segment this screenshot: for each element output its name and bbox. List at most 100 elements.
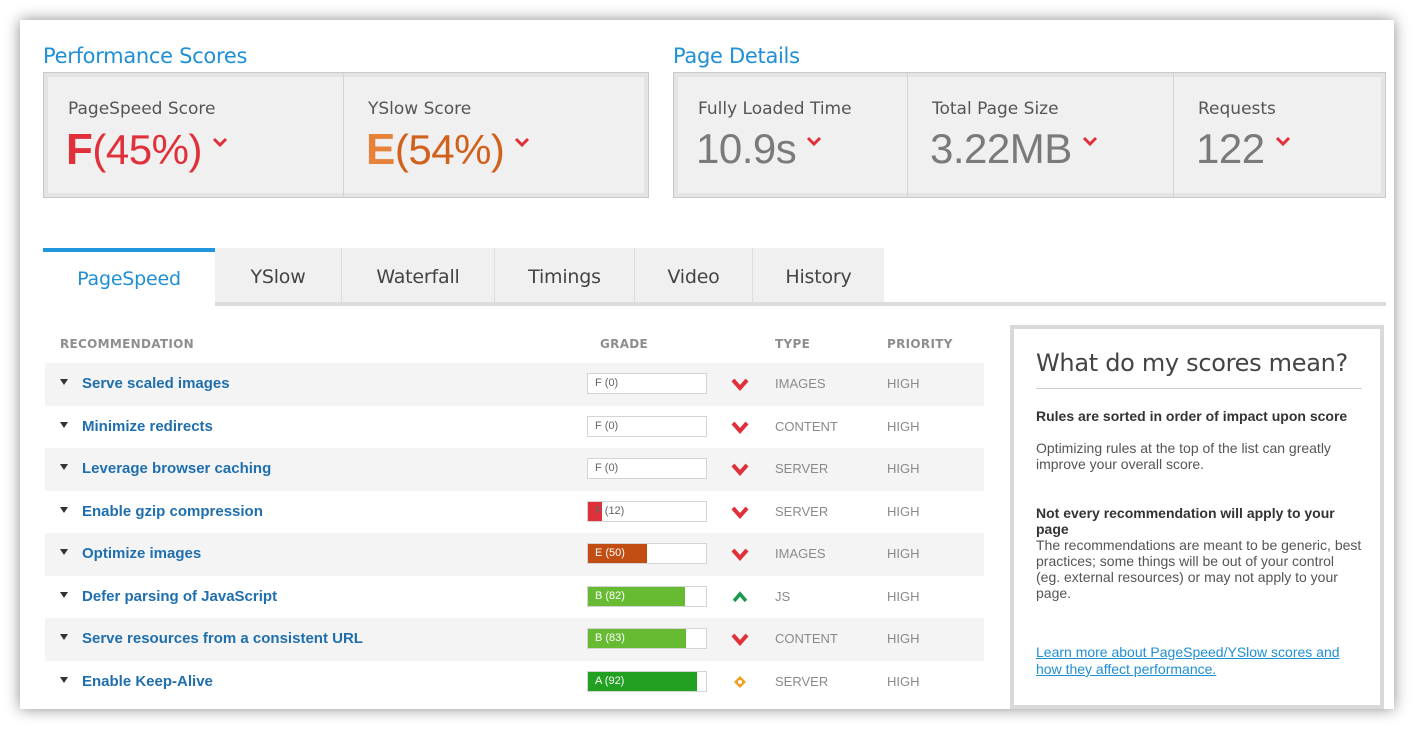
recommendation-priority: HIGH bbox=[887, 673, 920, 689]
yslow-score-label: YSlow Score bbox=[368, 99, 472, 119]
grade-bar: B (83) bbox=[587, 628, 707, 649]
expand-triangle-icon[interactable] bbox=[60, 421, 68, 428]
grade-bar: A (92) bbox=[587, 670, 707, 692]
table-row[interactable]: Serve resources from a consistent URL B (… bbox=[45, 618, 984, 661]
expand-triangle-icon[interactable] bbox=[60, 634, 68, 640]
recommendation-list: Serve scaled images F (0) IMAGES HIGH Minimi… bbox=[45, 363, 984, 703]
grade-bar: B (82) bbox=[587, 585, 707, 607]
tab-video[interactable]: Video bbox=[634, 248, 752, 306]
expand-triangle-icon[interactable] bbox=[60, 591, 68, 598]
info-divider bbox=[1036, 388, 1362, 389]
tab-pagespeed[interactable]: PageSpeed bbox=[43, 248, 215, 306]
requests-cell: Requests 122 bbox=[1173, 73, 1385, 197]
page-details-box: Fully Loaded Time 10.9s Total Page Size … bbox=[673, 72, 1386, 198]
recommendation-name[interactable]: Optimize images bbox=[82, 545, 201, 562]
chevron-down-icon[interactable] bbox=[1082, 133, 1098, 149]
recommendation-type: SERVER bbox=[775, 461, 829, 476]
chevron-down-icon bbox=[731, 421, 749, 434]
expand-triangle-icon[interactable] bbox=[60, 379, 68, 385]
tab-waterfall[interactable]: Waterfall bbox=[341, 248, 494, 306]
chevron-down-icon[interactable] bbox=[514, 134, 530, 150]
pagespeed-score-value: F (45%) bbox=[66, 125, 228, 175]
fully-loaded-text: 10.9s bbox=[696, 125, 797, 172]
chevron-down-icon[interactable] bbox=[1275, 133, 1291, 149]
grade-bar: E (50) bbox=[587, 543, 707, 564]
expand-triangle-icon[interactable] bbox=[60, 676, 68, 683]
tab-history[interactable]: History bbox=[752, 248, 884, 306]
col-type[interactable]: TYPE bbox=[775, 337, 810, 351]
grade-bar: F (0) bbox=[587, 415, 707, 437]
recommendation-type: CONTENT bbox=[775, 631, 838, 646]
info-heading-2: Not every recommendation will apply to y… bbox=[1036, 505, 1335, 537]
col-grade[interactable]: GRADE bbox=[600, 337, 648, 351]
grade-text: F (0) bbox=[595, 419, 619, 432]
performance-scores-title: Performance Scores bbox=[43, 44, 248, 68]
table-row[interactable]: Enable gzip compression F (12) SERVER HIGH bbox=[45, 491, 984, 534]
total-size-cell: Total Page Size 3.22MB bbox=[907, 73, 1173, 197]
tab-yslow[interactable]: YSlow bbox=[215, 248, 341, 306]
table-row[interactable]: Serve scaled images F (0) IMAGES HIGH bbox=[45, 363, 984, 406]
scores-info-box: What do my scores mean? Rules are sorted… bbox=[1010, 325, 1384, 709]
yslow-score-value: E (54%) bbox=[366, 125, 530, 175]
recommendation-name[interactable]: Leverage browser caching bbox=[82, 460, 271, 477]
table-row[interactable]: Leverage browser caching F (0) SERVER HIGH bbox=[45, 448, 984, 491]
recommendation-priority: HIGH bbox=[887, 546, 920, 561]
fully-loaded-cell: Fully Loaded Time 10.9s bbox=[674, 73, 907, 197]
pagespeed-score-cell: PageSpeed Score F (45%) bbox=[44, 73, 343, 197]
requests-text: 122 bbox=[1196, 125, 1265, 172]
table-row[interactable]: Defer parsing of JavaScript B (82) JS HIGH bbox=[45, 576, 984, 619]
grade-text: E (50) bbox=[595, 547, 625, 559]
chevron-down-icon bbox=[731, 378, 749, 392]
total-size-text: 3.22MB bbox=[930, 125, 1072, 172]
expand-triangle-icon[interactable] bbox=[60, 464, 68, 470]
chevron-down-icon[interactable] bbox=[212, 134, 228, 150]
recommendation-type: IMAGES bbox=[775, 376, 826, 391]
expand-triangle-icon[interactable] bbox=[60, 549, 68, 555]
learn-more-link[interactable]: Learn more about PageSpeed/YSlow scores … bbox=[1036, 644, 1362, 678]
table-row[interactable]: Enable Keep-Alive A (92) SERVER HIGH bbox=[45, 661, 984, 704]
info-title: What do my scores mean? bbox=[1036, 349, 1348, 377]
fully-loaded-value: 10.9s bbox=[696, 125, 822, 173]
total-size-label: Total Page Size bbox=[932, 99, 1059, 119]
expand-triangle-icon[interactable] bbox=[60, 506, 68, 513]
yslow-percent: (54%) bbox=[394, 126, 505, 173]
table-row[interactable]: Minimize redirects F (0) CONTENT HIGH bbox=[45, 406, 984, 449]
recommendation-name[interactable]: Enable Keep-Alive bbox=[82, 673, 213, 690]
col-recommendation[interactable]: RECOMMENDATION bbox=[60, 337, 194, 351]
performance-scores-box: PageSpeed Score F (45%) YSlow Score E (5… bbox=[43, 72, 649, 198]
grade-bar: F (0) bbox=[587, 373, 707, 394]
recommendation-priority: HIGH bbox=[887, 418, 920, 434]
recommendation-type: JS bbox=[775, 588, 791, 604]
info-body-2: The recommendations are meant to be gene… bbox=[1036, 537, 1362, 601]
recommendation-type: SERVER bbox=[775, 503, 829, 519]
requests-value: 122 bbox=[1196, 125, 1291, 173]
pagespeed-percent: (45%) bbox=[92, 126, 202, 173]
recommendation-name[interactable]: Serve resources from a consistent URL bbox=[82, 630, 363, 647]
chevron-up-icon bbox=[732, 590, 748, 602]
tab-underline bbox=[215, 302, 1386, 306]
requests-label: Requests bbox=[1198, 99, 1276, 119]
recommendation-type: IMAGES bbox=[775, 546, 826, 561]
diamond-icon bbox=[734, 675, 746, 688]
chevron-down-icon bbox=[731, 633, 749, 647]
recommendation-name[interactable]: Serve scaled images bbox=[82, 375, 230, 392]
report-panel: Performance Scores Page Details PageSpee… bbox=[20, 20, 1394, 709]
info-body-1: Optimizing rules at the top of the list … bbox=[1036, 440, 1331, 472]
tab-timings[interactable]: Timings bbox=[494, 248, 634, 306]
table-row[interactable]: Optimize images E (50) IMAGES HIGH bbox=[45, 533, 984, 576]
page-details-title: Page Details bbox=[673, 44, 800, 68]
fully-loaded-label: Fully Loaded Time bbox=[698, 99, 852, 119]
recommendation-type: CONTENT bbox=[775, 418, 838, 434]
recommendation-name[interactable]: Minimize redirects bbox=[82, 418, 213, 435]
report-tabs: PageSpeed YSlow Waterfall Timings Video … bbox=[43, 248, 884, 306]
recommendation-priority: HIGH bbox=[887, 503, 920, 519]
recommendation-name[interactable]: Defer parsing of JavaScript bbox=[82, 588, 277, 605]
pagespeed-score-label: PageSpeed Score bbox=[68, 99, 216, 119]
col-priority[interactable]: PRIORITY bbox=[887, 337, 953, 351]
recommendation-priority: HIGH bbox=[887, 588, 920, 604]
recommendation-name[interactable]: Enable gzip compression bbox=[82, 503, 263, 520]
recommendation-priority: HIGH bbox=[887, 376, 920, 391]
chevron-down-icon[interactable] bbox=[806, 133, 822, 149]
grade-text: F (12) bbox=[595, 504, 625, 517]
grade-bar: F (12) bbox=[587, 500, 707, 522]
